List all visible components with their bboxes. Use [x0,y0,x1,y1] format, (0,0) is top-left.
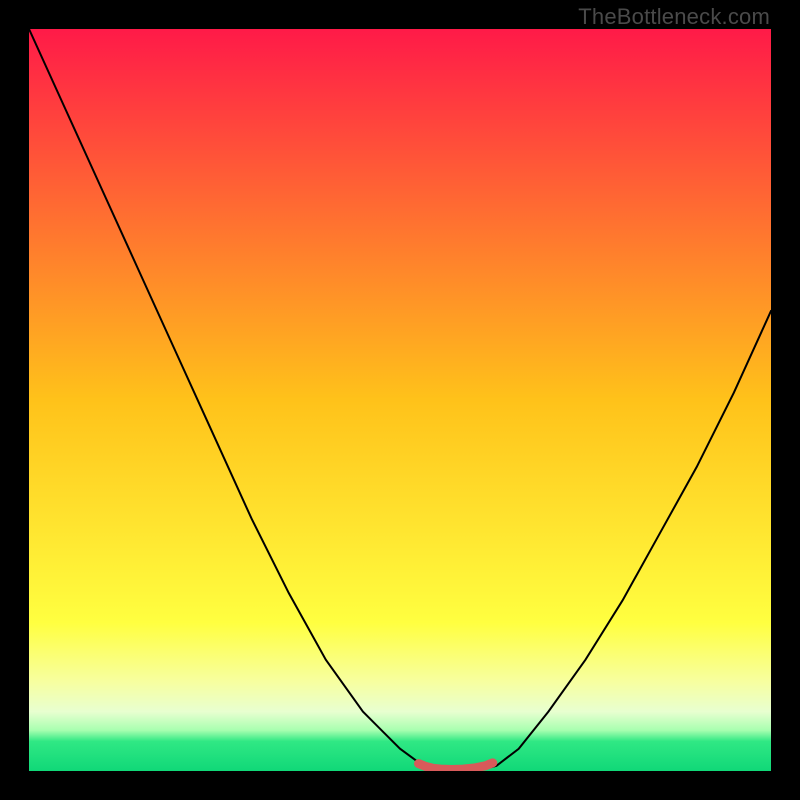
chart-svg [29,29,771,771]
gradient-background [29,29,771,771]
plot-area [29,29,771,771]
watermark-text: TheBottleneck.com [578,4,770,30]
chart-frame: TheBottleneck.com [0,0,800,800]
